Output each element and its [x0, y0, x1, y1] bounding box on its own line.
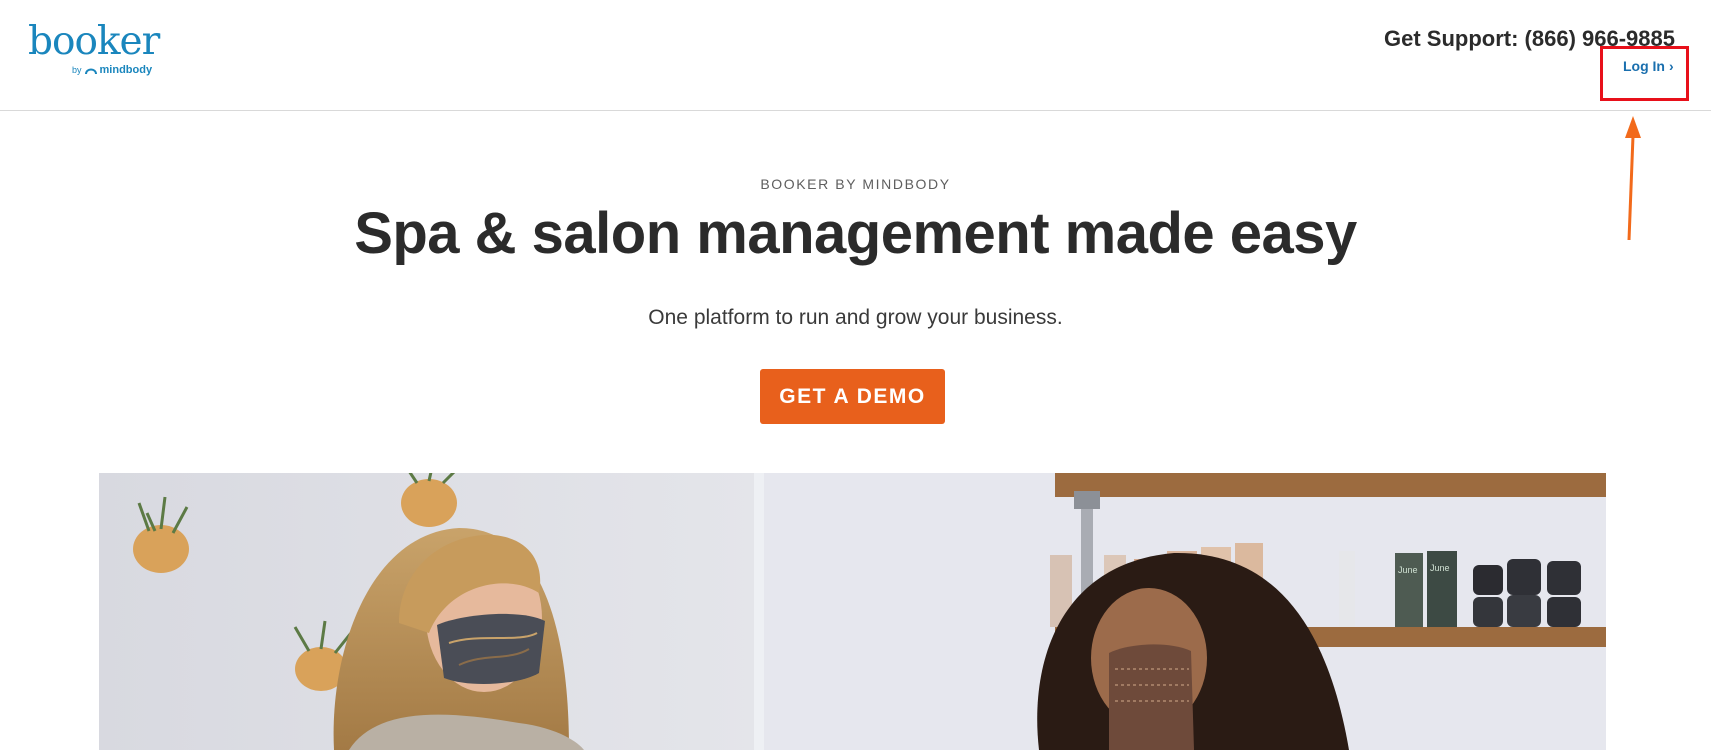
logo-by-text: by: [72, 65, 82, 75]
hero-eyebrow: BOOKER BY MINDBODY: [760, 176, 951, 192]
hero-subhead: One platform to run and grow your busine…: [648, 306, 1063, 329]
mindbody-icon: [84, 68, 97, 75]
get-a-demo-button[interactable]: GET A DEMO: [760, 369, 945, 424]
hero-headline: Spa & salon management made easy: [354, 201, 1357, 266]
shelf-label-1: June: [1398, 565, 1418, 575]
logo-wordmark: booker: [28, 19, 160, 64]
site-header: booker by mindbody Get Support: (866) 96…: [0, 0, 1711, 111]
logo-brand-text: mindbody: [99, 64, 153, 76]
salon-photo-illustration: June June: [99, 473, 1606, 750]
booker-logo[interactable]: booker by mindbody: [28, 22, 168, 82]
hero-photo: June June: [99, 473, 1606, 750]
shelf-label-2: June: [1430, 563, 1450, 573]
logo-byline: by mindbody: [72, 64, 152, 76]
annotation-highlight-box: [1600, 46, 1689, 101]
